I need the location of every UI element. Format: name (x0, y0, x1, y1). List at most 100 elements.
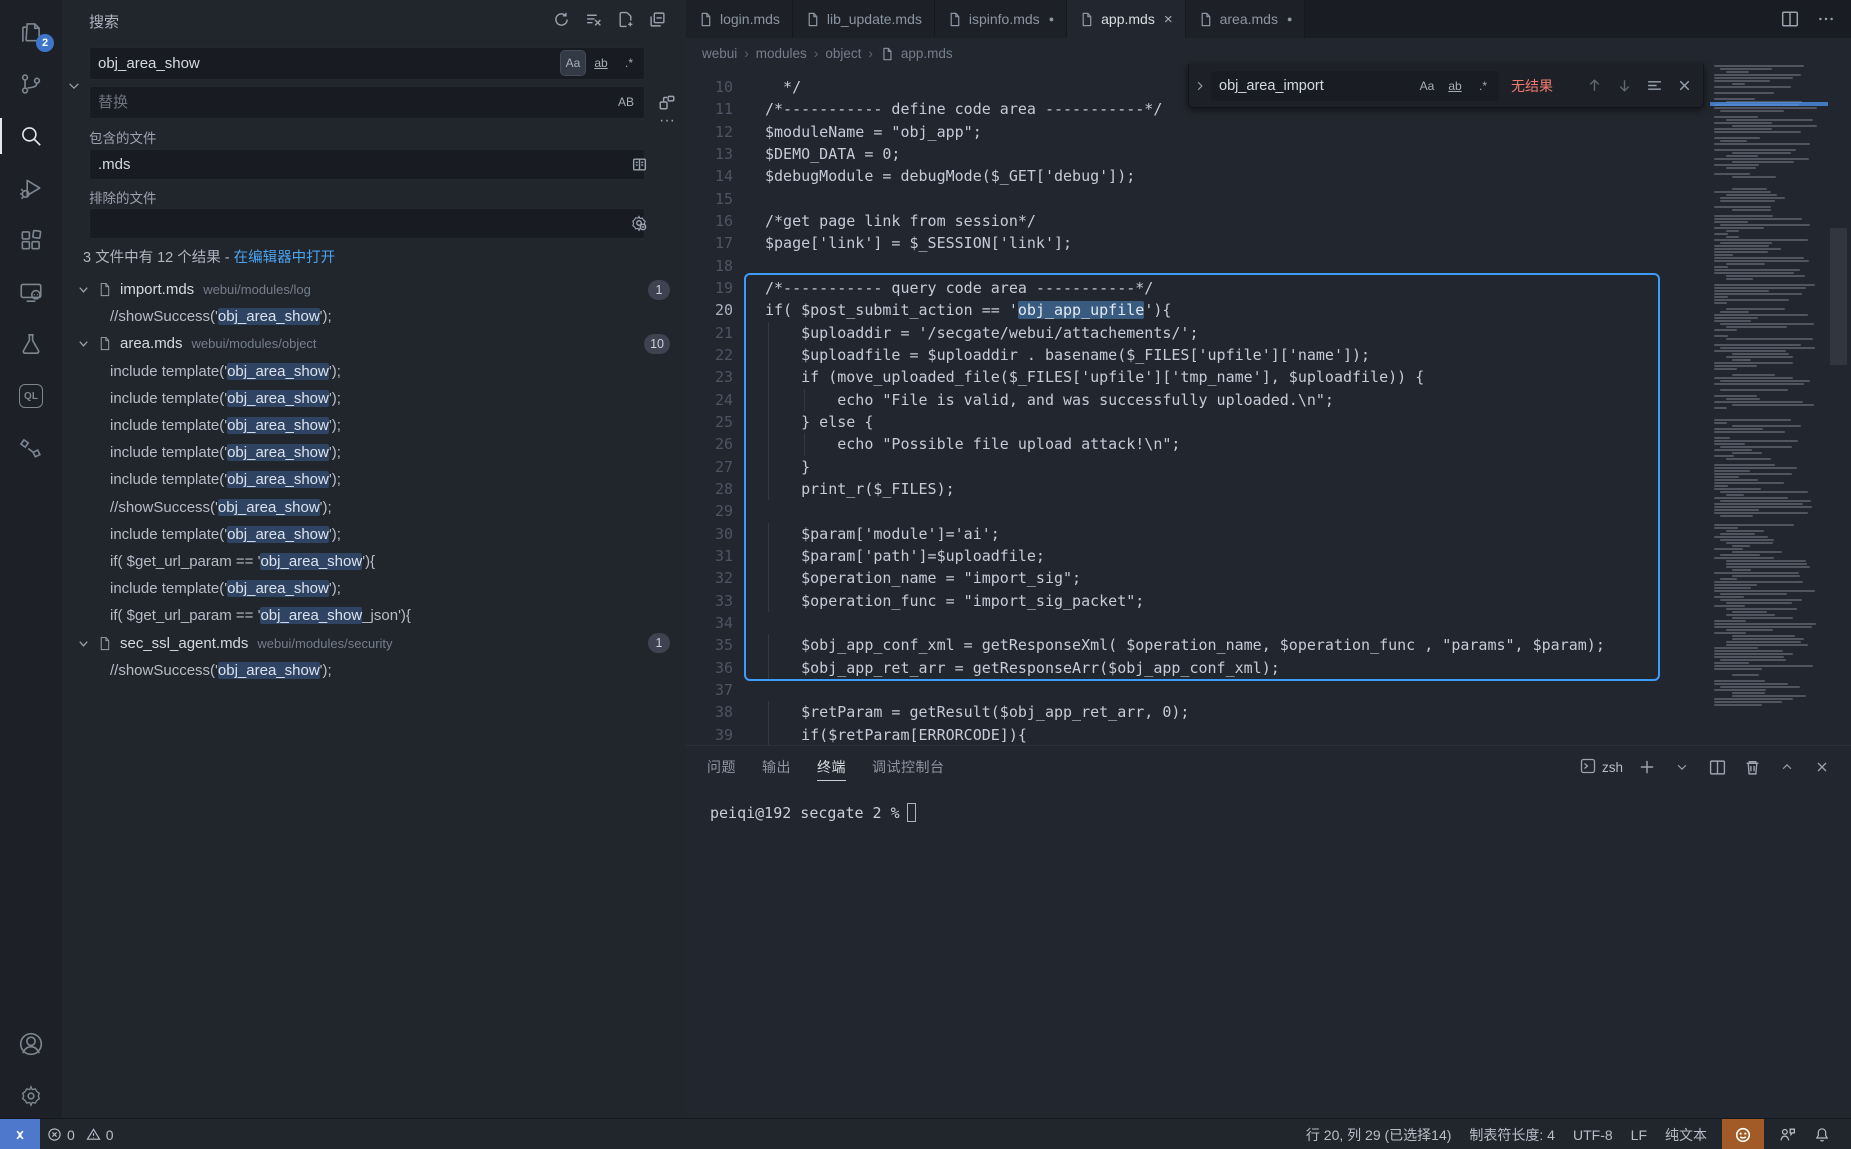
open-in-editor-link[interactable]: 在编辑器中打开 (234, 250, 336, 266)
find-whole-word-toggle[interactable]: ab (1443, 74, 1467, 98)
chevron-down-icon[interactable] (76, 336, 91, 351)
clear-search-results-icon[interactable] (582, 8, 604, 30)
panel-tab-输出[interactable]: 输出 (762, 746, 791, 788)
breadcrumb-item[interactable]: object (825, 46, 861, 61)
toggle-search-details[interactable]: ··· (656, 110, 678, 132)
explorer-badge: 2 (36, 34, 54, 52)
search-match-row[interactable]: if( $get_url_param == 'obj_area_show'){ (62, 548, 686, 575)
find-regex-toggle[interactable]: .* (1471, 74, 1495, 98)
code-editor[interactable]: 10 */11/*----------- define code area --… (686, 69, 1851, 745)
line-number: 10 (686, 76, 733, 98)
regex-toggle[interactable]: .* (617, 51, 641, 75)
problems-status[interactable]: 0 0 (40, 1119, 121, 1149)
line-number: 13 (686, 143, 733, 165)
extension-status-icon[interactable] (1722, 1119, 1764, 1149)
code-line-13: 13$DEMO_DATA = 0; (686, 143, 1851, 165)
search-match-row[interactable]: include template('obj_area_show'); (62, 466, 686, 493)
notifications-bell-icon[interactable] (1807, 1119, 1837, 1149)
search-icon[interactable] (0, 110, 62, 162)
search-match-row[interactable]: if( $get_url_param == 'obj_area_show_jso… (62, 602, 686, 629)
run-and-debug-icon[interactable] (0, 162, 62, 214)
minimap[interactable] (1710, 38, 1828, 745)
match-count-badge: 1 (648, 633, 670, 653)
find-input[interactable] (1211, 78, 1391, 94)
language-mode-status[interactable]: 纯文本 (1658, 1119, 1714, 1149)
split-editor-icon[interactable] (1779, 8, 1801, 30)
search-match-row[interactable]: //showSuccess('obj_area_show'); (62, 303, 686, 330)
codeql-icon[interactable]: QL (0, 370, 62, 422)
remote-indicator[interactable] (0, 1119, 40, 1149)
close-panel-icon[interactable] (1811, 756, 1833, 778)
breadcrumb-item[interactable]: modules (756, 46, 807, 61)
maximize-panel-icon[interactable] (1776, 756, 1798, 778)
refresh-icon[interactable] (550, 8, 572, 30)
line-number: 27 (686, 456, 733, 478)
breadcrumb-item[interactable]: webui (702, 46, 737, 61)
panel-tab-问题[interactable]: 问题 (707, 746, 736, 788)
encoding-status[interactable]: UTF-8 (1566, 1119, 1620, 1149)
panel-tab-调试控制台[interactable]: 调试控制台 (872, 746, 945, 788)
search-match-row[interactable]: include template('obj_area_show'); (62, 358, 686, 385)
search-result-file-row[interactable]: sec_ssl_agent.mdswebui/modules/security1 (62, 629, 686, 656)
preserve-case-toggle[interactable]: AB (614, 90, 638, 114)
account-icon[interactable] (0, 1018, 62, 1070)
include-files-input[interactable] (89, 149, 645, 180)
find-next-icon[interactable] (1613, 75, 1635, 97)
more-actions-icon[interactable] (1815, 8, 1837, 30)
cursor-position-status[interactable]: 行 20, 列 29 (已选择14) (1299, 1119, 1459, 1149)
replace-input[interactable] (89, 86, 645, 119)
kill-terminal-icon[interactable] (1741, 756, 1763, 778)
tab-login-mds[interactable]: login.mds (686, 0, 793, 38)
explorer-icon[interactable]: 2 (0, 6, 62, 58)
search-match-row[interactable]: //showSuccess('obj_area_show'); (62, 657, 686, 684)
find-in-selection-icon[interactable] (1643, 75, 1665, 97)
line-number: 29 (686, 500, 733, 522)
terminal-shell-label[interactable]: zsh (1580, 758, 1623, 777)
search-match-row[interactable]: include template('obj_area_show'); (62, 575, 686, 602)
terminal-dropdown-chevron[interactable] (1671, 756, 1693, 778)
code-line-28: 28 print_r($_FILES); (686, 478, 1851, 500)
search-match-row[interactable]: //showSuccess('obj_area_show'); (62, 494, 686, 521)
indentation-status[interactable]: 制表符长度: 4 (1462, 1119, 1562, 1149)
tab-ispinfo-mds[interactable]: ispinfo.mds● (935, 0, 1067, 38)
search-match-row[interactable]: include template('obj_area_show'); (62, 439, 686, 466)
search-result-file-row[interactable]: import.mdswebui/modules/log1 (62, 276, 686, 303)
search-result-file-row[interactable]: area.mdswebui/modules/object10 (62, 330, 686, 357)
search-match-row[interactable]: include template('obj_area_show'); (62, 412, 686, 439)
terminal[interactable]: peiqi@192 secgate 2 % (710, 803, 916, 822)
code-line-24: 24 echo "File is valid, and was successf… (686, 389, 1851, 411)
find-widget-expand-chevron[interactable] (1189, 80, 1211, 92)
tab-area-mds[interactable]: area.mds● (1186, 0, 1306, 38)
find-previous-icon[interactable] (1583, 75, 1605, 97)
exclude-files-input[interactable] (89, 208, 645, 239)
collapse-all-icon[interactable] (646, 8, 668, 30)
search-open-editors-icon[interactable] (628, 153, 650, 175)
editor-scrollbar[interactable] (1828, 38, 1851, 745)
match-case-toggle[interactable]: Aa (561, 51, 585, 75)
settings-icon[interactable] (0, 1070, 62, 1122)
eol-status[interactable]: LF (1624, 1119, 1654, 1149)
new-search-editor-icon[interactable] (614, 8, 636, 30)
find-match-case-toggle[interactable]: Aa (1415, 74, 1439, 98)
find-close-icon[interactable] (1673, 75, 1695, 97)
new-terminal-icon[interactable] (1636, 756, 1658, 778)
panel-tab-终端[interactable]: 终端 (817, 746, 846, 788)
whole-word-toggle[interactable]: ab (589, 51, 613, 75)
use-exclude-settings-icon[interactable] (628, 212, 650, 234)
feedback-icon[interactable] (1772, 1119, 1803, 1149)
misc-extension-icon[interactable] (0, 422, 62, 474)
chevron-down-icon[interactable] (76, 636, 91, 651)
search-match-row[interactable]: include template('obj_area_show'); (62, 385, 686, 412)
extensions-icon[interactable] (0, 214, 62, 266)
close-tab-icon[interactable]: × (1164, 11, 1173, 28)
tab-lib_update-mds[interactable]: lib_update.mds (793, 0, 935, 38)
tab-app-mds[interactable]: app.mds× (1067, 0, 1185, 38)
chevron-down-icon[interactable] (76, 282, 91, 297)
source-control-icon[interactable] (0, 58, 62, 110)
search-match-row[interactable]: include template('obj_area_show'); (62, 521, 686, 548)
split-terminal-icon[interactable] (1706, 756, 1728, 778)
toggle-replace-chevron[interactable] (64, 74, 84, 98)
testing-icon[interactable] (0, 318, 62, 370)
remote-explorer-icon[interactable] (0, 266, 62, 318)
breadcrumb-item[interactable]: app.mds (901, 46, 953, 61)
